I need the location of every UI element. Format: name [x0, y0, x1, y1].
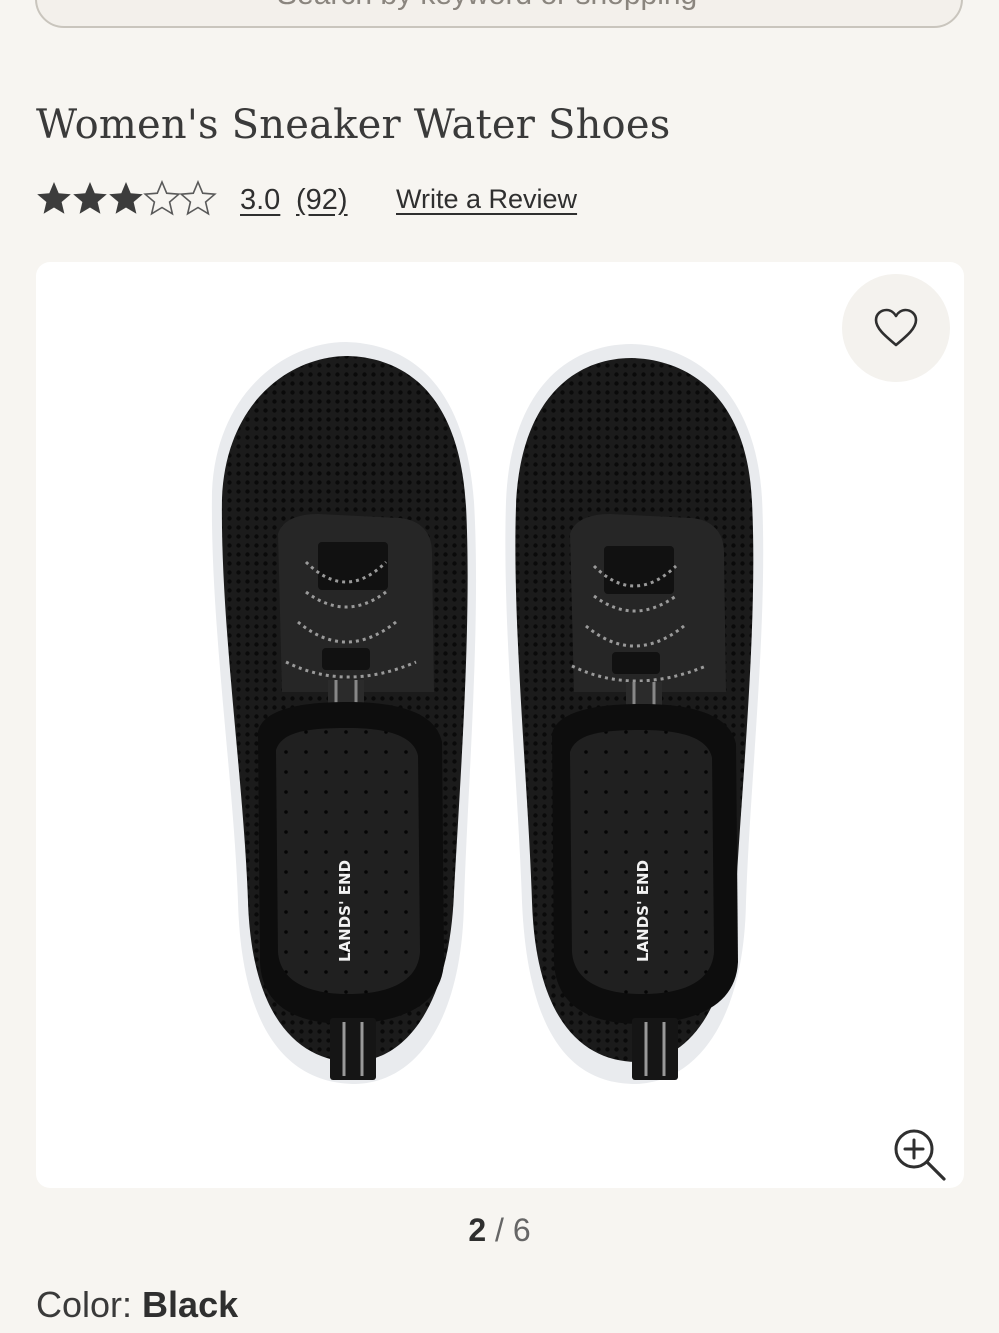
- favorite-button[interactable]: [842, 274, 950, 382]
- write-review-link[interactable]: Write a Review: [396, 184, 577, 215]
- image-pager: 2 / 6: [0, 1212, 999, 1249]
- right-shoe: LANDS' END: [505, 344, 764, 1084]
- product-title: Women's Sneaker Water Shoes: [36, 102, 671, 148]
- search-bar[interactable]: Search by keyword or shopping: [35, 0, 963, 28]
- color-label: Color:: [36, 1284, 133, 1325]
- color-selection: Color: Black: [36, 1284, 238, 1326]
- search-placeholder: Search by keyword or shopping: [277, 0, 697, 12]
- rating-value-link[interactable]: 3.0: [240, 184, 280, 217]
- star-outline-icon: [144, 181, 180, 215]
- review-count-link[interactable]: (92): [296, 184, 348, 217]
- product-image: LANDS' END LANDS' END: [211, 342, 764, 1084]
- star-icon: [73, 182, 107, 214]
- star-rating[interactable]: [36, 180, 218, 218]
- pager-total: 6: [512, 1212, 531, 1248]
- zoom-in-icon: [894, 1129, 946, 1181]
- star-icon: [109, 182, 143, 214]
- pager-current: 2: [468, 1212, 487, 1248]
- zoom-button[interactable]: [890, 1126, 950, 1186]
- product-image-card[interactable]: LANDS' END LANDS' END: [36, 262, 964, 1188]
- left-shoe: LANDS' END: [211, 342, 477, 1084]
- svg-text:LANDS' END: LANDS' END: [336, 860, 354, 962]
- pager-separator: /: [495, 1212, 504, 1248]
- star-outline-icon: [180, 181, 216, 215]
- heart-icon: [874, 308, 918, 347]
- star-icon: [37, 182, 71, 214]
- color-value: Black: [142, 1284, 239, 1325]
- rating-row: 3.0 (92) Write a Review: [36, 178, 656, 222]
- svg-text:LANDS' END: LANDS' END: [634, 860, 652, 962]
